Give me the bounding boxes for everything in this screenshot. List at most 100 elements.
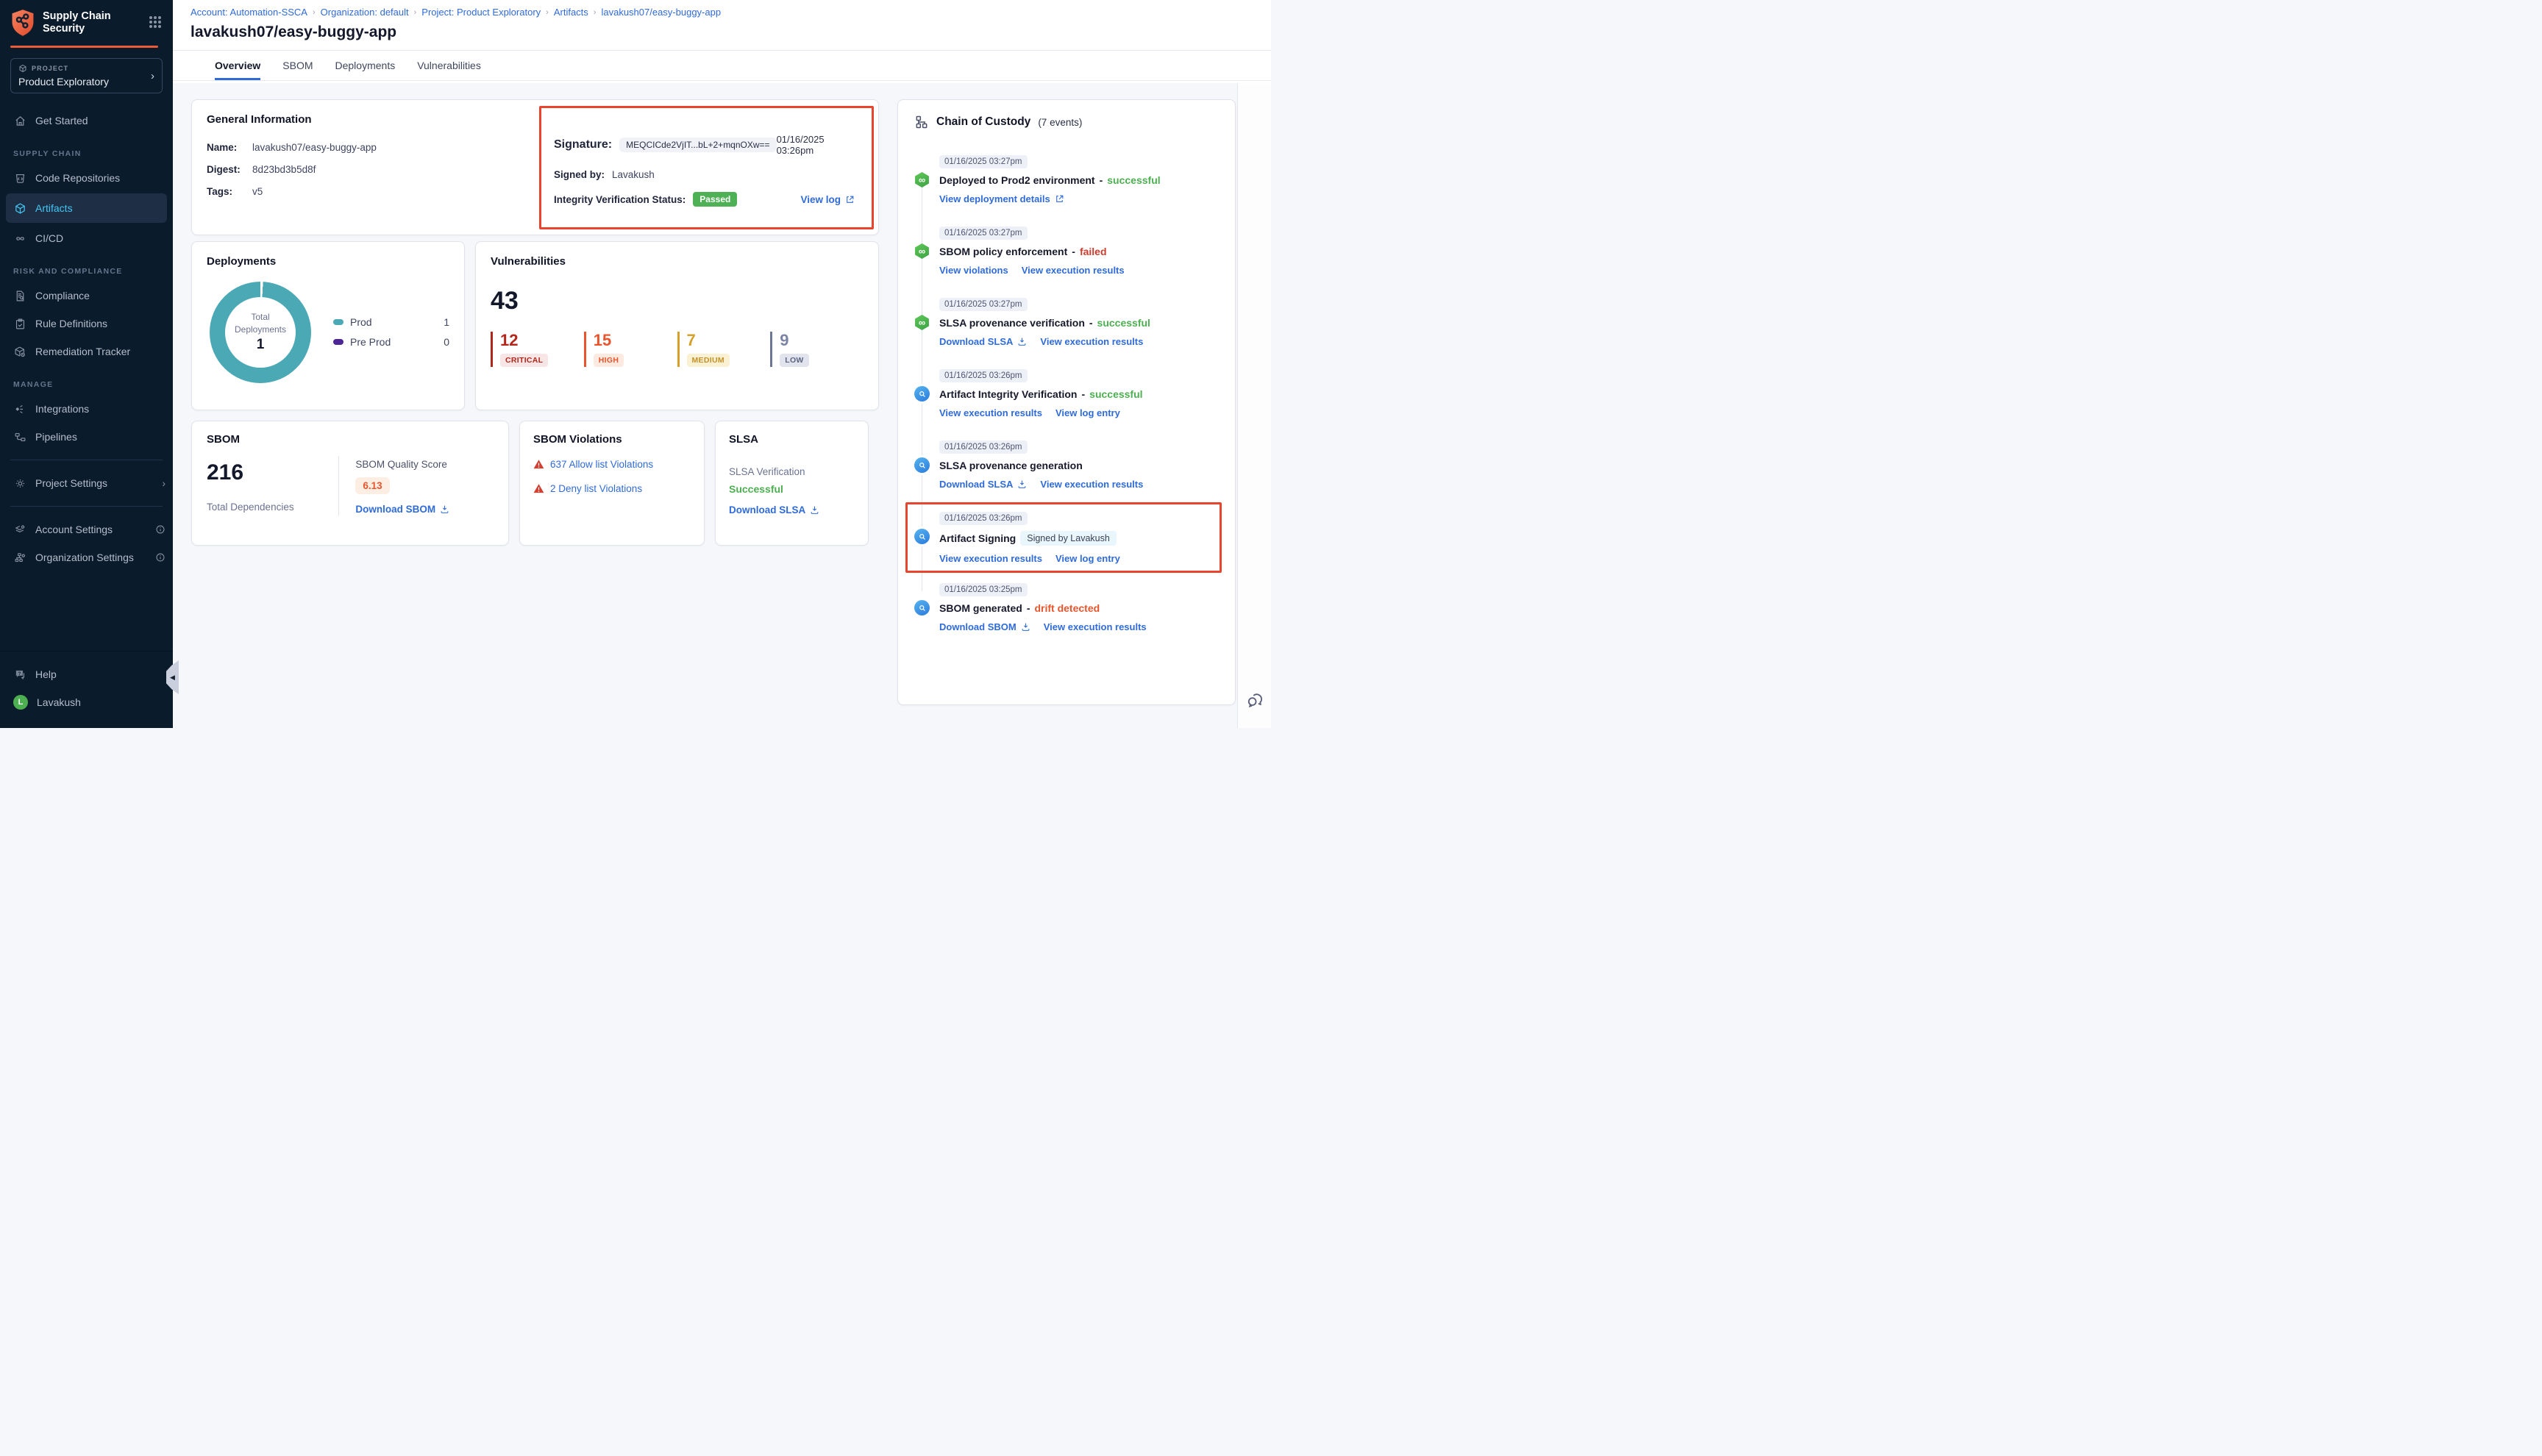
- deployments-legend: Prod 1 Pre Prod 0: [333, 308, 449, 356]
- tab-deployments[interactable]: Deployments: [335, 51, 396, 80]
- sidebar-item-label: Code Repositories: [35, 172, 120, 184]
- view-log-entry-link[interactable]: View log entry: [1055, 553, 1120, 564]
- page-title: lavakush07/easy-buggy-app: [173, 18, 1271, 41]
- event-timestamp: 01/16/2025 03:26pm: [939, 440, 1028, 454]
- event-status: failed: [1080, 246, 1107, 257]
- scan-blue-icon: [914, 529, 930, 544]
- event-timestamp: 01/16/2025 03:27pm: [939, 226, 1028, 240]
- card-title: Deployments: [207, 255, 449, 268]
- help-chat-icon: ?: [13, 668, 26, 681]
- name-value: lavakush07/easy-buggy-app: [252, 142, 377, 153]
- sidebar-item-label: Account Settings: [35, 524, 113, 535]
- vulnerabilities-total: 43: [491, 287, 864, 315]
- integrity-label: Integrity Verification Status:: [554, 194, 686, 205]
- svg-text:?: ?: [18, 671, 21, 676]
- view-log-link[interactable]: View log: [800, 194, 855, 205]
- sidebar-user[interactable]: L Lavakush: [0, 688, 173, 716]
- view-deployment-details-link[interactable]: View deployment details: [939, 193, 1064, 204]
- breadcrumb-current[interactable]: lavakush07/easy-buggy-app: [601, 7, 721, 18]
- sidebar-item-account-settings[interactable]: Account Settings: [0, 515, 173, 543]
- deny-list-violations-link[interactable]: 2 Deny list Violations: [550, 483, 642, 494]
- sidebar-item-organization-settings[interactable]: Organization Settings: [0, 543, 173, 571]
- signature-date: 01/16/2025 03:26pm: [777, 134, 855, 156]
- download-slsa-link[interactable]: Download SLSA: [939, 336, 1027, 347]
- chain-event-list: ∞ 01/16/2025 03:27pm Deployed to Prod2 e…: [914, 154, 1219, 643]
- tab-sbom[interactable]: SBOM: [282, 51, 313, 80]
- tab-overview[interactable]: Overview: [215, 51, 260, 80]
- view-execution-results-link[interactable]: View execution results: [1022, 265, 1125, 276]
- tab-vulnerabilities[interactable]: Vulnerabilities: [417, 51, 481, 80]
- pipeline-green-icon: ∞: [914, 243, 930, 259]
- vulnerabilities-card: Vulnerabilities 43 12 CRITICAL 15 HIGH 7: [475, 241, 879, 410]
- sidebar-item-artifacts[interactable]: Artifacts: [6, 193, 167, 223]
- sidebar-item-remediation-tracker[interactable]: Remediation Tracker: [0, 338, 173, 365]
- chain-event-artifact-integrity: 01/16/2025 03:26pm Artifact Integrity Ve…: [914, 368, 1219, 429]
- allow-list-violations-link[interactable]: 637 Allow list Violations: [550, 459, 653, 470]
- severity-low: 9 LOW: [770, 332, 864, 367]
- sidebar-item-label: Project Settings: [35, 477, 107, 489]
- sidebar-item-compliance[interactable]: Compliance: [0, 282, 173, 310]
- view-execution-results-link[interactable]: View execution results: [939, 407, 1042, 418]
- chain-event-slsa-generation: 01/16/2025 03:26pm SLSA provenance gener…: [914, 440, 1219, 500]
- sbom-quality-score: 6.13: [355, 477, 389, 494]
- sidebar-item-label: Get Started: [35, 115, 88, 126]
- gear-icon: [13, 477, 26, 490]
- sidebar-item-cicd[interactable]: CI/CD: [0, 224, 173, 252]
- external-link-icon: [1055, 194, 1064, 204]
- infinity-icon: [13, 232, 26, 245]
- severity-high: 15 HIGH: [584, 332, 677, 367]
- sidebar-item-project-settings[interactable]: Project Settings ›: [0, 469, 173, 497]
- download-icon: [440, 504, 449, 514]
- scan-blue-icon: [914, 386, 930, 402]
- sidebar-item-integrations[interactable]: Integrations: [0, 395, 173, 423]
- external-link-icon: [845, 195, 855, 204]
- info-icon[interactable]: [155, 552, 165, 563]
- chain-title: Chain of Custody: [936, 115, 1030, 129]
- section-supply-chain: SUPPLY CHAIN: [0, 135, 173, 164]
- breadcrumb-project[interactable]: Project: Product Exploratory: [421, 7, 541, 18]
- chevron-right-icon: ›: [414, 8, 417, 17]
- support-chat-icon[interactable]: [1246, 691, 1265, 710]
- view-execution-results-link[interactable]: View execution results: [1044, 621, 1147, 632]
- download-sbom-link[interactable]: Download SBOM: [939, 621, 1030, 632]
- download-slsa-link[interactable]: Download SLSA: [939, 479, 1027, 490]
- view-execution-results-link[interactable]: View execution results: [1040, 336, 1143, 347]
- sidebar-item-code-repositories[interactable]: Code Repositories: [0, 164, 173, 192]
- project-selector[interactable]: PROJECT Product Exploratory ›: [10, 58, 163, 93]
- app-root: Supply Chain Security PROJECT Product Ex…: [0, 0, 1271, 728]
- breadcrumb-organization[interactable]: Organization: default: [321, 7, 409, 18]
- chevron-right-icon: ›: [546, 8, 549, 17]
- main-content: General Information Name: lavakush07/eas…: [173, 83, 1237, 728]
- project-label: PROJECT: [32, 65, 68, 72]
- info-icon[interactable]: [155, 524, 165, 535]
- event-timestamp: 01/16/2025 03:27pm: [939, 155, 1028, 168]
- breadcrumb-account[interactable]: Account: Automation-SSCA: [191, 7, 307, 18]
- view-execution-results-link[interactable]: View execution results: [1040, 479, 1143, 490]
- tags-value: v5: [252, 186, 263, 197]
- scan-blue-icon: [914, 600, 930, 615]
- view-violations-link[interactable]: View violations: [939, 265, 1008, 276]
- severity-row: 12 CRITICAL 15 HIGH 7 MEDIUM 9: [491, 332, 864, 367]
- sidebar-item-label: Artifacts: [35, 202, 73, 214]
- view-log-entry-link[interactable]: View log entry: [1055, 407, 1120, 418]
- view-execution-results-link[interactable]: View execution results: [939, 553, 1042, 564]
- download-icon: [1017, 337, 1027, 346]
- download-slsa-link[interactable]: Download SLSA: [729, 504, 819, 515]
- signed-by-label: Signed by:: [554, 169, 605, 180]
- sidebar-item-pipelines[interactable]: Pipelines: [0, 423, 173, 451]
- breadcrumb-artifacts[interactable]: Artifacts: [554, 7, 588, 18]
- signed-by-badge: Signed by Lavakush: [1020, 531, 1117, 546]
- sidebar-item-rule-definitions[interactable]: Rule Definitions: [0, 310, 173, 338]
- pipeline-green-icon: ∞: [914, 172, 930, 188]
- sidebar-footer: ? Help L Lavakush: [0, 651, 173, 728]
- sidebar-item-help[interactable]: ? Help: [0, 660, 173, 688]
- avatar: L: [13, 695, 28, 710]
- sidebar-item-label: Help: [35, 668, 57, 680]
- download-sbom-link[interactable]: Download SBOM: [355, 504, 449, 515]
- apps-grid-icon[interactable]: [149, 16, 163, 29]
- chain-of-custody-panel: Chain of Custody (7 events) ∞ 01/16/2025…: [897, 99, 1236, 705]
- sidebar-item-get-started[interactable]: Get Started: [0, 107, 173, 135]
- card-title: General Information: [207, 113, 864, 126]
- card-title: Vulnerabilities: [491, 255, 864, 268]
- event-status: drift detected: [1034, 602, 1100, 614]
